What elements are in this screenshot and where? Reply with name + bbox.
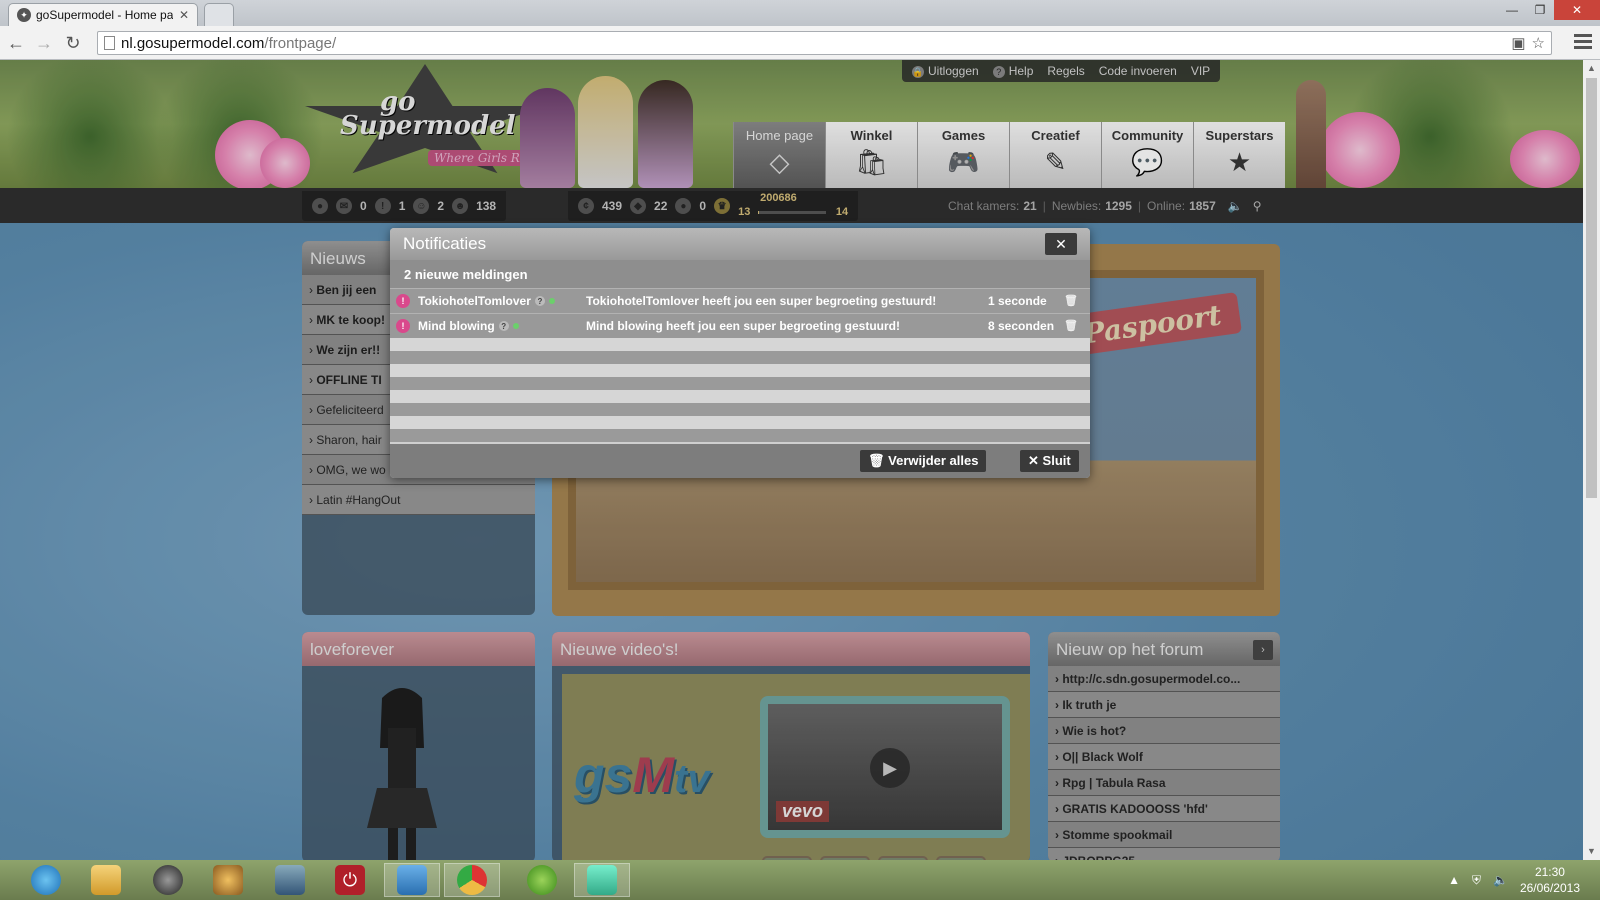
scrollbar-thumb[interactable] bbox=[1586, 78, 1597, 498]
scroll-up-icon[interactable]: ▲ bbox=[1583, 60, 1600, 77]
site-favicon-icon: ✦ bbox=[17, 8, 31, 22]
spotify-taskbar-icon[interactable] bbox=[514, 863, 570, 897]
dialog-title: Notificaties bbox=[403, 234, 487, 253]
address-bar[interactable]: nl.gosupermodel.com /frontpage/ ▣ ☆ bbox=[97, 31, 1552, 55]
taskbar-clock[interactable]: 21:30 26/06/2013 bbox=[1520, 864, 1580, 896]
online-status-icon bbox=[548, 298, 555, 304]
speaker-taskbar-icon[interactable] bbox=[140, 863, 196, 897]
browser-tab-title: goSupermodel - Home pa bbox=[36, 8, 173, 22]
windows-taskbar: ⏻ ▲ ⛨ 🔈 21:30 26/06/2013 bbox=[0, 860, 1600, 900]
volume-tray-icon[interactable]: 🔈 bbox=[1493, 873, 1508, 887]
close-icon: ✕ bbox=[1028, 453, 1039, 468]
info-icon[interactable]: ? bbox=[498, 321, 509, 331]
scroll-down-icon[interactable]: ▼ bbox=[1583, 843, 1600, 860]
close-tab-icon[interactable]: ✕ bbox=[179, 8, 189, 22]
messenger-taskbar-icon[interactable] bbox=[574, 863, 630, 897]
notification-row[interactable]: ! Mind blowing? Mind blowing heeft jou een… bbox=[390, 313, 1090, 338]
browser-tab[interactable]: ✦ goSupermodel - Home pa ✕ bbox=[8, 3, 198, 26]
page-scrollbar[interactable]: ▲ ▼ bbox=[1583, 60, 1600, 860]
app-taskbar-icon[interactable] bbox=[262, 863, 318, 897]
dialog-header: Notificaties ✕ bbox=[390, 228, 1090, 260]
reload-icon[interactable]: ↻ bbox=[63, 33, 83, 53]
bookmark-star-icon[interactable]: ☆ bbox=[1532, 34, 1545, 52]
power-taskbar-icon[interactable]: ⏻ bbox=[322, 863, 378, 897]
trash-icon[interactable]: 🗑 bbox=[1064, 294, 1080, 308]
dialog-footer: 🗑 Verwijder alles ✕ Sluit bbox=[390, 444, 1090, 478]
trash-icon: 🗑 bbox=[868, 453, 885, 468]
online-status-icon bbox=[512, 323, 519, 329]
back-arrow-icon[interactable]: ← bbox=[6, 33, 26, 53]
tool-taskbar-icon[interactable] bbox=[384, 863, 440, 897]
maximize-icon[interactable]: ❐ bbox=[1526, 0, 1554, 20]
extension-icon[interactable]: ▣ bbox=[1511, 34, 1525, 52]
security-tray-icon[interactable]: ⛨ bbox=[1472, 873, 1481, 888]
notification-message: TokiohotelTomlover heeft jou een super b… bbox=[586, 294, 937, 308]
alert-icon: ! bbox=[396, 294, 410, 308]
tray-expand-icon[interactable]: ▲ bbox=[1448, 873, 1460, 887]
alert-icon: ! bbox=[396, 319, 410, 333]
media-taskbar-icon[interactable] bbox=[200, 863, 256, 897]
close-dialog-button[interactable]: ✕ Sluit bbox=[1020, 450, 1079, 472]
browser-toolbar: ← → ↻ nl.gosupermodel.com /frontpage/ ▣ … bbox=[0, 26, 1600, 60]
explorer-taskbar-icon[interactable] bbox=[78, 863, 134, 897]
url-path: /frontpage/ bbox=[264, 34, 337, 52]
url-domain: nl.gosupermodel.com bbox=[121, 34, 265, 52]
page-viewport: go Supermodel Where Girls Rule! 🔒 Uitlogg… bbox=[0, 60, 1583, 860]
delete-all-button[interactable]: 🗑 Verwijder alles bbox=[860, 450, 987, 472]
browser-tabstrip: ✦ goSupermodel - Home pa ✕ — ❐ ✕ bbox=[0, 0, 1600, 26]
notification-row[interactable]: ! TokiohotelTomlover? TokiohotelTomlover h… bbox=[390, 288, 1090, 313]
window-controls: — ❐ ✕ bbox=[1498, 0, 1600, 20]
notification-user[interactable]: TokiohotelTomlover? bbox=[418, 294, 586, 308]
minimize-icon[interactable]: — bbox=[1498, 0, 1526, 20]
new-tab-button[interactable] bbox=[204, 3, 234, 26]
notification-count: 2 nieuwe meldingen bbox=[390, 260, 1090, 288]
info-icon[interactable]: ? bbox=[534, 296, 545, 306]
chrome-taskbar-icon[interactable] bbox=[444, 863, 500, 897]
notifications-dialog: Notificaties ✕ 2 nieuwe meldingen ! Tokio… bbox=[390, 228, 1090, 478]
page-icon bbox=[104, 36, 115, 50]
notification-user[interactable]: Mind blowing? bbox=[418, 319, 586, 333]
ie-taskbar-icon[interactable] bbox=[18, 863, 74, 897]
notification-time: 1 seconde bbox=[988, 294, 1047, 308]
window-close-icon[interactable]: ✕ bbox=[1554, 0, 1600, 20]
forward-arrow-icon[interactable]: → bbox=[34, 33, 54, 53]
dialog-close-icon[interactable]: ✕ bbox=[1045, 233, 1077, 255]
trash-icon[interactable]: 🗑 bbox=[1064, 319, 1080, 333]
notification-time: 8 seconden bbox=[988, 319, 1055, 333]
system-tray: ▲ ⛨ 🔈 21:30 26/06/2013 bbox=[1448, 864, 1580, 896]
notification-message: Mind blowing heeft jou een super begroet… bbox=[586, 319, 900, 333]
browser-menu-icon[interactable] bbox=[1574, 34, 1592, 50]
